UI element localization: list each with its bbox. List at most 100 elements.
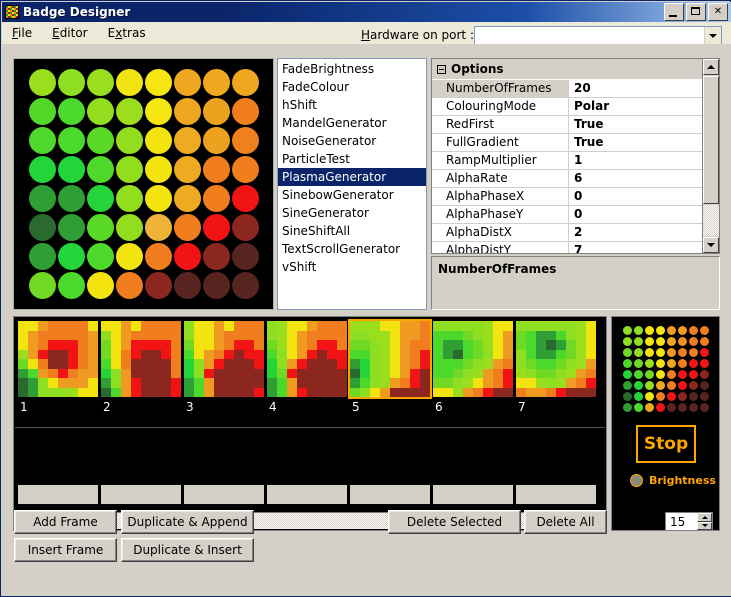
chevron-down-icon[interactable] (704, 27, 721, 44)
hardware-port-select[interactable] (474, 26, 722, 45)
led-cell[interactable] (86, 69, 114, 96)
led-cell[interactable] (202, 127, 230, 154)
frame-thumbnail[interactable]: 4 (267, 321, 347, 414)
frame-thumbnail[interactable]: 7 (516, 321, 596, 414)
led-cell[interactable] (144, 214, 172, 241)
led-cell[interactable] (231, 69, 259, 96)
frame-thumbnail[interactable]: 1 (18, 321, 98, 414)
led-cell[interactable] (28, 214, 56, 241)
delete-all-button[interactable]: Delete All (524, 510, 607, 534)
led-cell[interactable] (86, 272, 114, 299)
frame-thumbnails[interactable]: 1 2 3 4 5 6 7 (18, 319, 596, 414)
led-cell[interactable] (231, 156, 259, 183)
led-cell[interactable] (144, 98, 172, 125)
property-row[interactable]: AlphaPhaseY 0 (432, 206, 702, 224)
property-name[interactable]: AlphaDistY (432, 242, 568, 253)
led-cell[interactable] (173, 243, 201, 270)
led-cell[interactable] (57, 127, 85, 154)
frame-slot[interactable] (101, 485, 181, 504)
led-cell[interactable] (173, 214, 201, 241)
fps-stepper[interactable] (697, 513, 712, 530)
led-cell[interactable] (86, 156, 114, 183)
generator-list-item[interactable]: MandelGenerator (278, 114, 426, 132)
generator-list-item[interactable]: NoiseGenerator (278, 132, 426, 150)
led-cell[interactable] (173, 127, 201, 154)
frame-thumbnail-image[interactable] (18, 321, 98, 397)
generator-list-item[interactable]: TextScrollGenerator (278, 240, 426, 258)
menu-item-editor[interactable]: Editor (42, 23, 98, 43)
led-cell[interactable] (202, 214, 230, 241)
stop-button[interactable]: Stop (636, 425, 696, 463)
frame-thumbnail-image[interactable] (184, 321, 264, 397)
property-name[interactable]: ColouringMode (432, 98, 568, 115)
generator-list-item[interactable]: ParticleTest (278, 150, 426, 168)
led-cell[interactable] (28, 243, 56, 270)
property-row[interactable]: FullGradient True (432, 134, 702, 152)
led-cell[interactable] (202, 69, 230, 96)
led-cell[interactable] (86, 214, 114, 241)
led-cell[interactable] (86, 185, 114, 212)
led-cell[interactable] (28, 98, 56, 125)
led-cell[interactable] (28, 272, 56, 299)
property-name[interactable]: RedFirst (432, 116, 568, 133)
frame-thumbnail[interactable]: 5 (348, 319, 432, 414)
led-cell[interactable] (115, 156, 143, 183)
add-frame-button[interactable]: Add Frame (14, 510, 117, 534)
led-cell[interactable] (144, 156, 172, 183)
led-cell[interactable] (173, 69, 201, 96)
frame-slot[interactable] (18, 485, 98, 504)
fps-input[interactable]: 15 (665, 512, 713, 531)
led-cell[interactable] (28, 127, 56, 154)
led-cell[interactable] (202, 98, 230, 125)
led-cell[interactable] (231, 185, 259, 212)
property-value[interactable]: Polar (568, 98, 702, 115)
led-cell[interactable] (231, 214, 259, 241)
property-row[interactable]: RampMultiplier 1 (432, 152, 702, 170)
led-cell[interactable] (57, 214, 85, 241)
led-cell[interactable] (115, 243, 143, 270)
generator-list-item[interactable]: FadeBrightness (278, 60, 426, 78)
led-cell[interactable] (115, 185, 143, 212)
scroll-down-button[interactable] (703, 237, 719, 253)
led-cell[interactable] (86, 243, 114, 270)
minimize-button[interactable] (664, 3, 684, 21)
frame-thumbnail[interactable]: 6 (433, 321, 513, 414)
delete-selected-button[interactable]: Delete Selected (388, 510, 521, 534)
close-button[interactable]: ✕ (708, 3, 728, 21)
property-row[interactable]: AlphaPhaseX 0 (432, 188, 702, 206)
property-name[interactable]: RampMultiplier (432, 152, 568, 169)
led-cell[interactable] (144, 185, 172, 212)
led-cell[interactable] (28, 156, 56, 183)
scroll-thumb[interactable] (703, 76, 719, 204)
frame-thumbnail-image[interactable] (267, 321, 347, 397)
property-name[interactable]: NumberOfFrames (432, 80, 568, 97)
scroll-up-button[interactable] (703, 59, 719, 75)
brightness-control[interactable]: Brightness (630, 474, 716, 487)
led-matrix[interactable] (28, 69, 259, 299)
generator-list-item[interactable]: SinebowGenerator (278, 186, 426, 204)
led-cell[interactable] (86, 98, 114, 125)
property-row[interactable]: NumberOfFrames 20 (432, 80, 702, 98)
frame-slot[interactable] (350, 485, 430, 504)
led-cell[interactable] (231, 243, 259, 270)
property-value[interactable]: 0 (568, 206, 702, 223)
generator-list-item[interactable]: vShift (278, 258, 426, 276)
collapse-icon[interactable] (437, 64, 446, 74)
scroll-track[interactable] (703, 205, 719, 236)
property-row[interactable]: AlphaDistY 7 (432, 242, 702, 253)
led-cell[interactable] (173, 98, 201, 125)
property-value[interactable]: 20 (568, 80, 702, 97)
led-cell[interactable] (57, 243, 85, 270)
property-row[interactable]: RedFirst True (432, 116, 702, 134)
fps-decrement-button[interactable] (697, 521, 712, 530)
led-cell[interactable] (144, 127, 172, 154)
led-cell[interactable] (231, 272, 259, 299)
property-value[interactable]: 0 (568, 188, 702, 205)
frame-slot[interactable] (433, 485, 513, 504)
led-cell[interactable] (115, 127, 143, 154)
property-row[interactable]: AlphaRate 6 (432, 170, 702, 188)
options-property-grid[interactable]: Options NumberOfFrames 20 ColouringMode Pol… (431, 58, 720, 254)
frame-slot[interactable] (184, 485, 264, 504)
duplicate-insert-button[interactable]: Duplicate & Insert (121, 538, 254, 562)
property-name[interactable]: FullGradient (432, 134, 568, 151)
